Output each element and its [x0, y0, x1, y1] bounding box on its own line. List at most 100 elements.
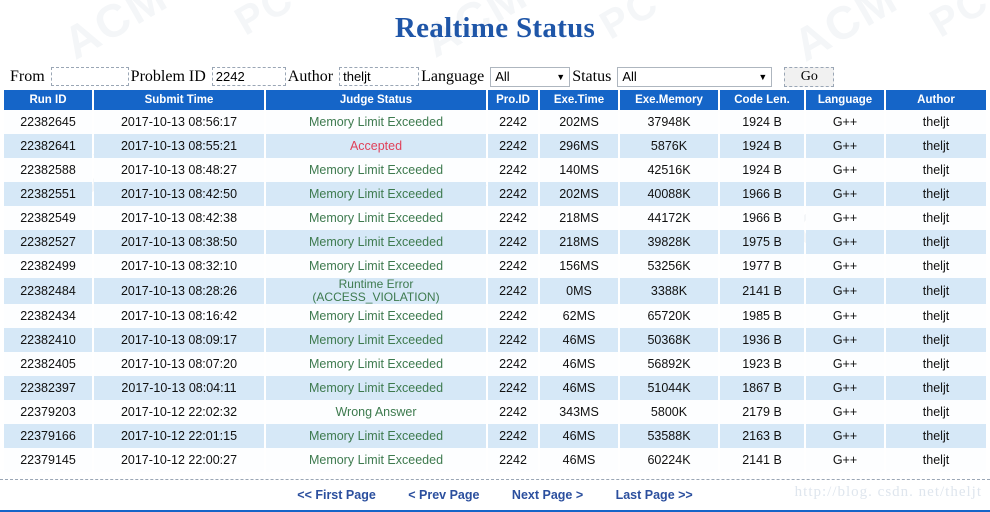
cell-run-id[interactable]: 22382499: [4, 254, 92, 278]
column-header-author[interactable]: Author: [886, 90, 986, 110]
cell-judge-status: Wrong Answer: [266, 400, 486, 424]
cell-author[interactable]: theljt: [886, 110, 986, 134]
cell-judge-status: Memory Limit Exceeded: [266, 182, 486, 206]
cell-code-len[interactable]: 2163 B: [720, 424, 804, 448]
cell-run-id[interactable]: 22382405: [4, 352, 92, 376]
next-page-link[interactable]: Next Page >: [512, 488, 583, 502]
first-page-link[interactable]: << First Page: [297, 488, 376, 502]
last-page-link[interactable]: Last Page >>: [616, 488, 693, 502]
cell-pro-id[interactable]: 2242: [488, 182, 538, 206]
cell-judge-status: Memory Limit Exceeded: [266, 110, 486, 134]
cell-pro-id[interactable]: 2242: [488, 230, 538, 254]
status-table: Run ID Submit Time Judge Status Pro.ID E…: [2, 90, 988, 472]
cell-submit-time: 2017-10-13 08:42:38: [94, 206, 264, 230]
cell-code-len[interactable]: 1924 B: [720, 158, 804, 182]
cell-code-len[interactable]: 1924 B: [720, 110, 804, 134]
cell-exe-time: 62MS: [540, 304, 618, 328]
cell-code-len[interactable]: 1977 B: [720, 254, 804, 278]
cell-pro-id[interactable]: 2242: [488, 158, 538, 182]
cell-pro-id[interactable]: 2242: [488, 110, 538, 134]
cell-run-id[interactable]: 22382484: [4, 278, 92, 304]
status-select[interactable]: All ▼: [617, 66, 773, 87]
cell-pro-id[interactable]: 2242: [488, 424, 538, 448]
column-header-exe-time[interactable]: Exe.Time: [540, 90, 618, 110]
cell-run-id[interactable]: 22382551: [4, 182, 92, 206]
cell-code-len[interactable]: 1966 B: [720, 182, 804, 206]
cell-run-id[interactable]: 22382641: [4, 134, 92, 158]
cell-judge-status: Memory Limit Exceeded: [266, 206, 486, 230]
table-row: 22382410 2017-10-13 08:09:17 Memory Limit …: [4, 328, 986, 352]
footer-watermark: http://blog. csdn. net/theljt: [794, 484, 982, 500]
cell-code-len[interactable]: 1923 B: [720, 352, 804, 376]
cell-author[interactable]: theljt: [886, 182, 986, 206]
cell-author[interactable]: theljt: [886, 230, 986, 254]
cell-code-len[interactable]: 1936 B: [720, 328, 804, 352]
cell-pro-id[interactable]: 2242: [488, 400, 538, 424]
cell-pro-id[interactable]: 2242: [488, 328, 538, 352]
column-header-pro-id[interactable]: Pro.ID: [488, 90, 538, 110]
cell-pro-id[interactable]: 2242: [488, 278, 538, 304]
table-row: 22382405 2017-10-13 08:07:20 Memory Limit …: [4, 352, 986, 376]
cell-run-id[interactable]: 22379145: [4, 448, 92, 472]
cell-run-id[interactable]: 22382397: [4, 376, 92, 400]
cell-code-len[interactable]: 2141 B: [720, 278, 804, 304]
table-row: 22382484 2017-10-13 08:28:26 Runtime Error…: [4, 278, 986, 304]
cell-run-id[interactable]: 22382588: [4, 158, 92, 182]
cell-author[interactable]: theljt: [886, 352, 986, 376]
cell-code-len[interactable]: 1924 B: [720, 134, 804, 158]
cell-pro-id[interactable]: 2242: [488, 254, 538, 278]
table-row: 22382551 2017-10-13 08:42:50 Memory Limit …: [4, 182, 986, 206]
cell-author[interactable]: theljt: [886, 376, 986, 400]
problem-id-input[interactable]: [211, 67, 286, 86]
column-header-submit-time[interactable]: Submit Time: [94, 90, 264, 110]
cell-author[interactable]: theljt: [886, 134, 986, 158]
cell-run-id[interactable]: 22382434: [4, 304, 92, 328]
cell-code-len[interactable]: 2141 B: [720, 448, 804, 472]
cell-pro-id[interactable]: 2242: [488, 304, 538, 328]
prev-page-link[interactable]: < Prev Page: [408, 488, 479, 502]
cell-pro-id[interactable]: 2242: [488, 206, 538, 230]
column-header-language[interactable]: Language: [806, 90, 884, 110]
cell-author[interactable]: theljt: [886, 448, 986, 472]
cell-submit-time: 2017-10-13 08:04:11: [94, 376, 264, 400]
cell-author[interactable]: theljt: [886, 400, 986, 424]
cell-run-id[interactable]: 22382527: [4, 230, 92, 254]
column-header-exe-memory[interactable]: Exe.Memory: [620, 90, 718, 110]
cell-author[interactable]: theljt: [886, 158, 986, 182]
cell-author[interactable]: theljt: [886, 254, 986, 278]
cell-author[interactable]: theljt: [886, 304, 986, 328]
cell-run-id[interactable]: 22382645: [4, 110, 92, 134]
cell-run-id[interactable]: 22382549: [4, 206, 92, 230]
cell-author[interactable]: theljt: [886, 424, 986, 448]
go-button[interactable]: Go: [784, 66, 835, 87]
cell-code-len[interactable]: 1867 B: [720, 376, 804, 400]
cell-author[interactable]: theljt: [886, 206, 986, 230]
column-header-run-id[interactable]: Run ID: [4, 90, 92, 110]
cell-judge-status: Memory Limit Exceeded: [266, 304, 486, 328]
author-input[interactable]: [339, 67, 420, 86]
cell-submit-time: 2017-10-13 08:28:26: [94, 278, 264, 304]
cell-pro-id[interactable]: 2242: [488, 448, 538, 472]
cell-pro-id[interactable]: 2242: [488, 134, 538, 158]
column-header-code-len[interactable]: Code Len.: [720, 90, 804, 110]
cell-pro-id[interactable]: 2242: [488, 376, 538, 400]
cell-run-id[interactable]: 22379166: [4, 424, 92, 448]
column-header-judge-status[interactable]: Judge Status: [266, 90, 486, 110]
cell-run-id[interactable]: 22382410: [4, 328, 92, 352]
cell-exe-memory: 5876K: [620, 134, 718, 158]
cell-author[interactable]: theljt: [886, 328, 986, 352]
cell-exe-time: 140MS: [540, 158, 618, 182]
cell-code-len[interactable]: 1985 B: [720, 304, 804, 328]
from-input[interactable]: [50, 67, 129, 86]
cell-submit-time: 2017-10-12 22:02:32: [94, 400, 264, 424]
cell-author[interactable]: theljt: [886, 278, 986, 304]
cell-code-len[interactable]: 1966 B: [720, 206, 804, 230]
chevron-down-icon: ▼: [758, 71, 768, 82]
cell-code-len[interactable]: 1975 B: [720, 230, 804, 254]
language-select[interactable]: All ▼: [490, 66, 571, 87]
cell-exe-time: 46MS: [540, 352, 618, 376]
page-root: Realtime Status From Problem ID Author L…: [0, 0, 990, 512]
cell-pro-id[interactable]: 2242: [488, 352, 538, 376]
cell-run-id[interactable]: 22379203: [4, 400, 92, 424]
cell-code-len[interactable]: 2179 B: [720, 400, 804, 424]
